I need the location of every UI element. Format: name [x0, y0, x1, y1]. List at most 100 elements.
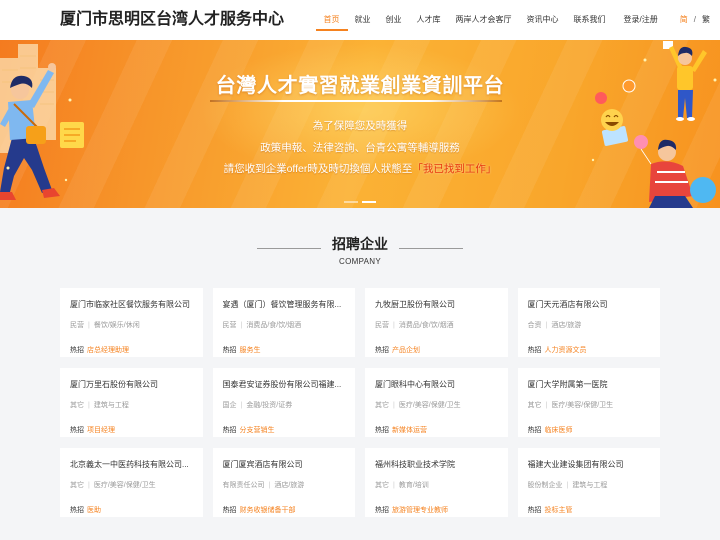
company-tags: 民营 | 消费品/食/饮/烟酒 [223, 320, 346, 332]
banner-title-divider [210, 100, 502, 102]
company-tags: 其它 | 医疗/美容/保健/卫生 [528, 400, 651, 412]
company-ownership: 民营 [70, 322, 84, 329]
hot-label: 热招 [375, 507, 389, 514]
section-subtitle: COMPANY [339, 257, 381, 266]
tag-separator: | [88, 322, 90, 329]
hot-jobs: 热招 旅游管理专业教师 [375, 505, 498, 517]
company-card[interactable]: 福州科技职业技术学院 其它 | 教育/培训热招 旅游管理专业教师 [365, 448, 508, 517]
hot-label: 热招 [70, 507, 84, 514]
hot-jobs: 热招 人力资源文员 [528, 345, 651, 357]
company-ownership: 国企 [222, 402, 237, 409]
nav-item-startup[interactable]: 创业 [386, 0, 402, 40]
lang-simplified[interactable]: 简 [680, 0, 688, 40]
hot-job-link[interactable]: 新媒体运营 [392, 427, 427, 434]
company-card[interactable]: 厦门大学附属第一医院 其它 | 医疗/美容/保健/卫生 热招 临床医师 [517, 368, 660, 437]
company-ownership: 有限责任公司 [222, 482, 265, 489]
company-tags: 股份制企业 | 建筑与工程 [528, 480, 651, 492]
banner-line: 為了保障您及時獲得 [312, 120, 408, 132]
hot-jobs: 热招 投标主管 [528, 505, 651, 517]
hot-job-link[interactable]: 产品企划 [392, 347, 420, 354]
tag-separator: | [393, 322, 395, 329]
hot-jobs: 热招 店总经理助理 [70, 345, 193, 357]
tag-separator: | [566, 482, 569, 489]
tag-separator: | [393, 482, 395, 489]
nav-item-talent-pool[interactable]: 人才库 [417, 0, 441, 40]
company-ownership: 其它 [375, 402, 389, 409]
company-industry: 医疗/美容/保健/卫生 [551, 402, 614, 409]
hot-job-link[interactable]: 旅游管理专业教师 [392, 507, 448, 514]
company-ownership: 其它 [375, 482, 389, 489]
company-name: 厦门万里石股份有限公司 [70, 380, 158, 389]
carousel-indicators [0, 201, 720, 203]
company-card[interactable]: 国泰君安证券股份有限公司福建... 国企 | 金融/投资/证券 热招 分支营销生 [212, 368, 355, 437]
hot-jobs: 热招 财务收银储备干部 [223, 505, 346, 517]
company-industry: 餐饮/娱乐/休闲 [93, 322, 140, 329]
hot-label: 热招 [375, 427, 389, 434]
company-card[interactable]: 九牧厨卫股份有限公司 民营 | 消费品/食/饮/烟酒 热招 产品企划 [365, 288, 508, 357]
section-title: 招聘企业 [332, 236, 388, 252]
company-name: 厦门眼科中心有限公司 [375, 380, 455, 389]
company-tags: 其它 | 医疗/美容/保健/卫生 [70, 480, 193, 492]
banner-notice-highlight: 「我已找到工作」 [412, 163, 497, 175]
company-card[interactable]: 厦门天元酒店有限公司 合资 | 酒店/旅游 热招 人力资源文员 [517, 288, 660, 357]
nav-item-login-register[interactable]: 登录/注册 [624, 0, 658, 40]
banner-notice: 請您收到企業offer時及時切換個人狀態至「我已找到工作」 [0, 159, 720, 181]
hot-label: 热招 [70, 347, 84, 354]
section-title-line-left [257, 247, 321, 249]
carousel-dot[interactable] [344, 201, 358, 203]
carousel-dot[interactable] [362, 201, 376, 203]
nav-item-employment[interactable]: 就业 [355, 0, 371, 40]
tag-separator: | [545, 402, 548, 409]
hot-job-link[interactable]: 分支营销生 [240, 427, 275, 434]
company-ownership: 民营 [375, 322, 389, 329]
company-tags: 合资 | 酒店/旅游 [528, 320, 651, 332]
company-name: 福州科技职业技术学院 [375, 460, 455, 469]
site-logo[interactable]: 厦门市思明区台湾人才服务中心 [60, 0, 284, 40]
nav-item-home[interactable]: 首页 [315, 0, 348, 40]
company-card[interactable]: 福建大业建设集团有限公司股份制企业 | 建筑与工程 热招 投标主管 [517, 448, 660, 517]
hot-job-link[interactable]: 人力资源文员 [545, 347, 587, 354]
banner-title: 台灣人才實習就業創業資訓平台 [215, 75, 505, 97]
company-name: 国泰君安证券股份有限公司福建... [222, 380, 342, 389]
tag-separator: | [545, 322, 548, 329]
hot-job-link[interactable]: 店总经理助理 [87, 347, 129, 354]
company-card[interactable]: 厦门市临家社区餐饮服务有限公司 民营 | 餐饮/娱乐/休闲热招 店总经理助理 [60, 288, 203, 357]
company-card[interactable]: 宴遇（厦门）餐饮管理服务有限... 民营 | 消费品/食/饮/烟酒 热招 服务生 [212, 288, 355, 357]
hot-jobs: 热招 新媒体运营 [375, 425, 498, 437]
company-card[interactable]: 厦门万里石股份有限公司 其它 | 建筑与工程 热招 项目经理 [60, 368, 203, 437]
hot-jobs: 热招 临床医师 [528, 425, 651, 437]
banner-slide[interactable]: 台灣人才實習就業創業資訓平台 為了保障您及時獲得 政策申報、法律咨詢、台青公寓等… [0, 40, 720, 208]
company-name: 厦门厦宾酒店有限公司 [222, 460, 303, 469]
company-ownership: 民营 [222, 322, 237, 329]
tag-separator: | [240, 402, 243, 409]
hot-label: 热招 [70, 427, 84, 434]
hot-job-link[interactable]: 财务收银储备干部 [240, 507, 296, 514]
banner-line: 政策申報、法律咨詢、台青公寓等輔導服務 [260, 141, 460, 154]
nav-item-news[interactable]: 资讯中心 [527, 0, 559, 40]
lang-separator: / [693, 15, 696, 24]
hot-job-link[interactable]: 项目经理 [87, 427, 115, 434]
hot-job-link[interactable]: 投标主管 [545, 507, 573, 514]
company-industry: 教育/培训 [398, 482, 429, 489]
company-ownership: 其它 [527, 402, 542, 409]
hot-label: 热招 [375, 347, 389, 354]
company-card[interactable]: 厦门眼科中心有限公司 其它 | 医疗/美容/保健/卫生 热招 新媒体运营 [365, 368, 508, 437]
nav-item-cross-strait-lounge[interactable]: 两岸人才会客厅 [456, 0, 512, 40]
nav-item-contact[interactable]: 联系我们 [574, 0, 606, 40]
banner-text: 為了保障您及時獲得 政策申報、法律咨詢、台青公寓等輔導服務 請您收到企業offe… [0, 116, 720, 181]
hot-jobs: 热招 医助 [70, 505, 193, 517]
lang-traditional[interactable]: 繁 [702, 0, 710, 40]
tag-separator: | [268, 482, 271, 489]
company-name: 厦门市临家社区餐饮服务有限公司 [70, 300, 190, 309]
company-name: 福建大业建设集团有限公司 [527, 460, 624, 469]
company-card[interactable]: 北京義太一中医药科技有限公司... 其它 | 医疗/美容/保健/卫生 热招 医助 [60, 448, 203, 517]
company-tags: 其它 | 医疗/美容/保健/卫生 [375, 400, 498, 412]
company-card[interactable]: 厦门厦宾酒店有限公司 有限责任公司 | 酒店/旅游 热招 财务收银储备干部 [212, 448, 355, 517]
site-header: 厦门市思明区台湾人才服务中心 首页 就业 创业 人才库 两岸人才会客厅 资讯中心… [0, 0, 720, 40]
hot-job-link[interactable]: 临床医师 [545, 427, 573, 434]
company-tags: 民营 | 消费品/食/饮/烟酒 [375, 320, 498, 332]
company-ownership: 其它 [70, 482, 84, 489]
blue-bubble-icon [690, 177, 716, 203]
hot-job-link[interactable]: 服务生 [240, 347, 261, 354]
hot-job-link[interactable]: 医助 [87, 507, 101, 514]
